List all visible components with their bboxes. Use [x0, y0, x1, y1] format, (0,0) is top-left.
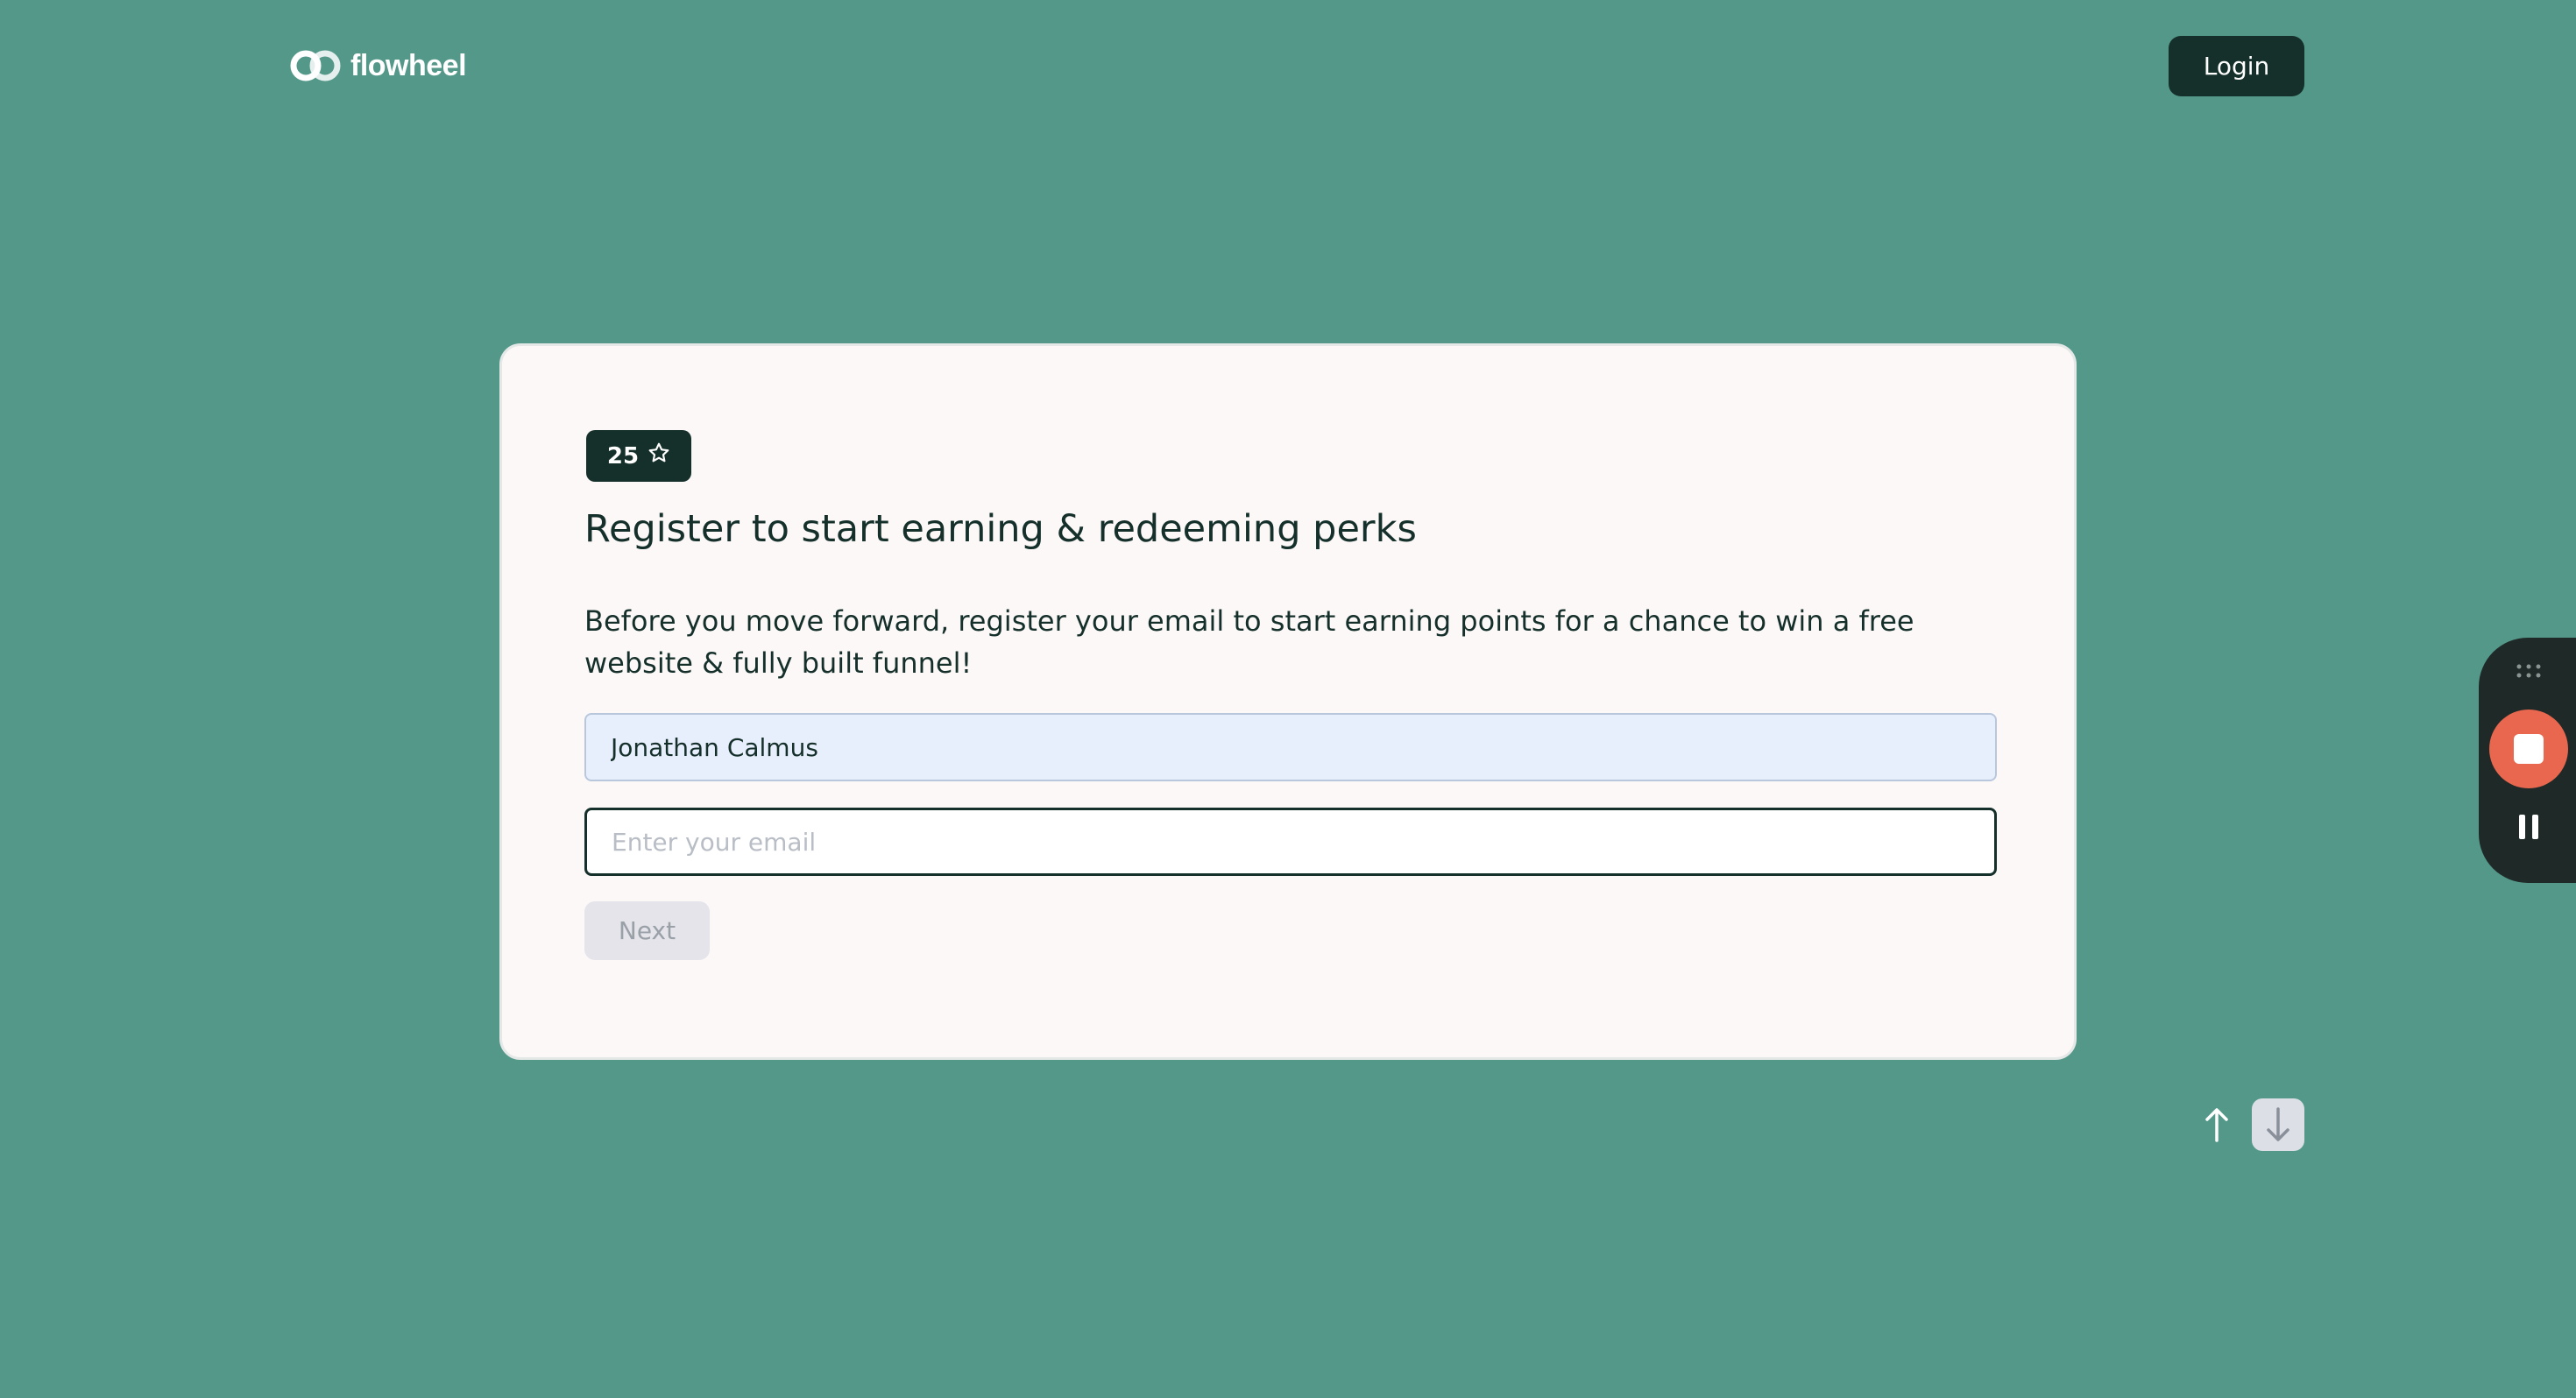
next-button[interactable]: Next	[584, 901, 710, 960]
arrow-up-button[interactable]	[2195, 1098, 2239, 1151]
arrow-up-icon	[2205, 1108, 2228, 1142]
arrow-down-icon	[2267, 1107, 2289, 1141]
recording-controls	[2479, 638, 2576, 883]
login-button[interactable]: Login	[2169, 36, 2304, 96]
arrow-down-button[interactable]	[2252, 1098, 2304, 1151]
star-outline-icon	[648, 441, 670, 470]
points-value: 25	[606, 442, 640, 470]
logo-text: flowheel	[350, 48, 467, 82]
stop-icon	[2514, 734, 2544, 764]
card-description: Before you move forward, register your e…	[584, 604, 1914, 680]
points-badge: 25	[586, 430, 691, 482]
name-input[interactable]	[584, 713, 1997, 781]
pause-button[interactable]	[2513, 809, 2544, 844]
flowheel-logo[interactable]: flowheel	[289, 46, 467, 86]
pause-icon-bar-right	[2532, 815, 2538, 839]
registration-card: 25 Register to start earning & redeeming…	[499, 343, 2077, 1060]
pause-icon-bar-left	[2519, 815, 2525, 839]
stop-recording-button[interactable]	[2489, 710, 2568, 788]
drag-grip-icon[interactable]	[2516, 662, 2542, 680]
email-input[interactable]	[584, 808, 1997, 876]
logo-icon	[289, 49, 342, 82]
card-title: Register to start earning & redeeming pe…	[584, 507, 1417, 551]
